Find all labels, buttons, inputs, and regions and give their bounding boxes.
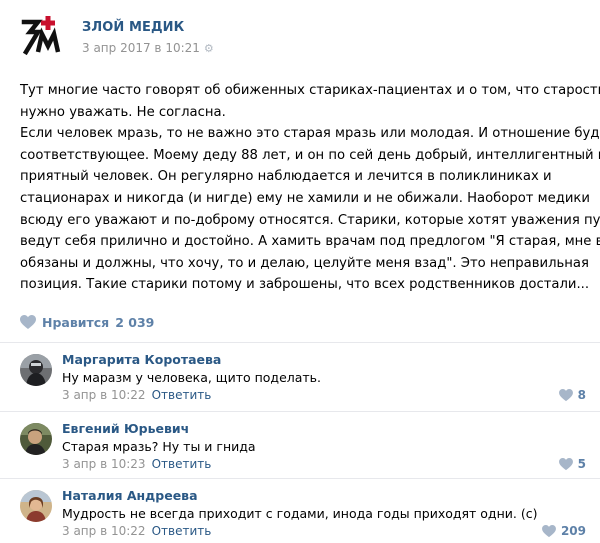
comment-meta: 3 апр в 10:22 Ответить xyxy=(62,524,211,538)
comment: Евгений Юрьевич Старая мразь? Ну ты и гн… xyxy=(0,413,600,479)
group-name-link[interactable]: ЗЛОЙ МЕДИК xyxy=(82,20,184,35)
divider xyxy=(0,342,600,343)
post-text: Тут многие часто говорят об обиженных ст… xyxy=(20,80,600,296)
comment-like-count: 5 xyxy=(577,457,586,471)
comment-author[interactable]: Евгений Юрьевич xyxy=(62,421,189,436)
comment-text: Старая мразь? Ну ты и гнида xyxy=(62,439,256,454)
reply-button[interactable]: Ответить xyxy=(152,524,212,538)
post-text-line: Если человек мразь, то не важно это стар… xyxy=(20,126,600,142)
post-text-line: обязаны и должны, что хочу, то и делаю, … xyxy=(20,255,589,271)
group-logo[interactable] xyxy=(20,14,66,60)
likes-count: 2 039 xyxy=(115,314,155,330)
divider xyxy=(0,411,600,412)
heart-icon xyxy=(558,457,573,470)
reply-button[interactable]: Ответить xyxy=(152,457,212,471)
comment-author[interactable]: Маргарита Коротаева xyxy=(62,352,221,367)
comment: Наталия Андреева Мудрость не всегда прих… xyxy=(0,480,600,543)
comment-meta: 3 апр в 10:23 Ответить xyxy=(62,457,211,471)
gear-icon: ⚙ xyxy=(203,42,214,55)
post-text-line: соответствующее. Моему деду 88 лет, и он… xyxy=(20,147,600,163)
reply-button[interactable]: Ответить xyxy=(152,388,212,402)
post-text-line: нужно уважать. Не согласна. xyxy=(20,104,226,120)
post-text-line: стационарах и никогда (и нигде) ему не х… xyxy=(20,190,590,206)
avatar[interactable] xyxy=(20,490,52,522)
likes-label: Нравится xyxy=(42,314,110,330)
post-text-line: позиция. Такие старики потому и заброшен… xyxy=(20,277,590,293)
divider xyxy=(0,478,600,479)
post-text-line: ведут себя прилично и достойно. А хамить… xyxy=(20,234,600,250)
comment-text: Мудрость не всегда приходит с годами, ин… xyxy=(62,506,538,521)
post-text-line: Тут многие часто говорят об обиженных ст… xyxy=(20,83,600,98)
post-header: ЗЛОЙ МЕДИК 3 апр 2017 в 10:21 ⚙ xyxy=(20,14,580,58)
post-date-text[interactable]: 3 апр 2017 в 10:21 xyxy=(82,41,200,55)
heart-icon xyxy=(558,388,573,401)
like-button[interactable]: Нравится 2 039 xyxy=(20,312,154,332)
comment: Маргарита Коротаева Ну маразм у человека… xyxy=(0,344,600,410)
comment-author[interactable]: Наталия Андреева xyxy=(62,488,198,503)
heart-icon xyxy=(20,314,36,329)
comment-like-button[interactable]: 209 xyxy=(542,524,586,538)
comment-date[interactable]: 3 апр в 10:23 xyxy=(62,457,146,471)
avatar[interactable] xyxy=(20,423,52,455)
heart-icon xyxy=(542,524,556,537)
comment-like-count: 8 xyxy=(577,388,586,402)
post-text-line: всюду его уважают и по-доброму относятся… xyxy=(20,212,600,228)
comment-date[interactable]: 3 апр в 10:22 xyxy=(62,524,146,538)
comment-like-button[interactable]: 8 xyxy=(558,388,586,402)
post-text-line: приятный человек. Он регулярно наблюдает… xyxy=(20,169,552,185)
avatar[interactable] xyxy=(20,354,52,386)
post-date[interactable]: 3 апр 2017 в 10:21 ⚙ xyxy=(82,41,214,55)
comment-like-button[interactable]: 5 xyxy=(558,457,586,471)
comment-like-count: 209 xyxy=(560,524,586,538)
comment-date[interactable]: 3 апр в 10:22 xyxy=(62,388,146,402)
comment-text: Ну маразм у человека, щито поделать. xyxy=(62,370,322,385)
comment-meta: 3 апр в 10:22 Ответить xyxy=(62,388,211,402)
